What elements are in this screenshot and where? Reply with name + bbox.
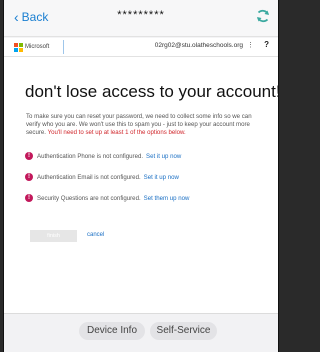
item-text: Authentication Email is not configured. — [37, 173, 141, 181]
masked-title: ********* — [117, 9, 165, 21]
account-email[interactable]: 02rg02@stu.olatheschools.org — [155, 42, 243, 49]
finish-button[interactable]: finish — [30, 230, 77, 242]
microsoft-logo-icon — [14, 42, 23, 52]
set-up-questions-link[interactable]: Set them up now — [144, 195, 190, 202]
item-text: Authentication Phone is not configured. — [37, 152, 144, 160]
page-title: don't lose access to your account! — [25, 82, 279, 101]
self-service-button[interactable]: Self-Service — [150, 322, 217, 340]
alert-icon: ! — [25, 173, 33, 181]
microsoft-logo-text: Microsoft — [25, 44, 50, 50]
more-options-icon[interactable]: ⋮ — [247, 41, 254, 49]
microsoft-logo: Microsoft — [14, 41, 49, 53]
help-icon[interactable]: ? — [264, 40, 269, 49]
warning-text: You'll need to set up at least 1 of the … — [47, 129, 186, 136]
list-item: ! Security Questions are not configured.… — [25, 194, 189, 202]
set-up-email-link[interactable]: Set it up now — [144, 174, 179, 181]
alert-icon: ! — [25, 194, 33, 202]
bottom-toolbar: Device Info Self-Service — [4, 313, 278, 352]
microsoft-account-bar: Microsoft 02rg02@stu.olatheschools.org ⋮… — [4, 38, 278, 57]
list-item: ! Authentication Email is not configured… — [25, 173, 179, 181]
refresh-icon[interactable] — [255, 8, 271, 24]
alert-icon: ! — [25, 152, 33, 160]
cancel-link[interactable]: cancel — [87, 232, 104, 238]
top-nav-bar: ‹ Back ********* — [4, 0, 278, 37]
main-content: don't lose access to your account! To ma… — [4, 57, 278, 313]
divider — [63, 40, 64, 54]
intro-paragraph: To make sure you can reset your password… — [26, 113, 262, 137]
list-item: ! Authentication Phone is not configured… — [25, 152, 181, 160]
device-info-button[interactable]: Device Info — [79, 322, 145, 340]
app-frame: ‹ Back ********* Microsoft 02rg02@stu.ol… — [3, 0, 279, 352]
item-text: Security Questions are not configured. — [37, 194, 141, 202]
set-up-phone-link[interactable]: Set it up now — [146, 153, 181, 160]
